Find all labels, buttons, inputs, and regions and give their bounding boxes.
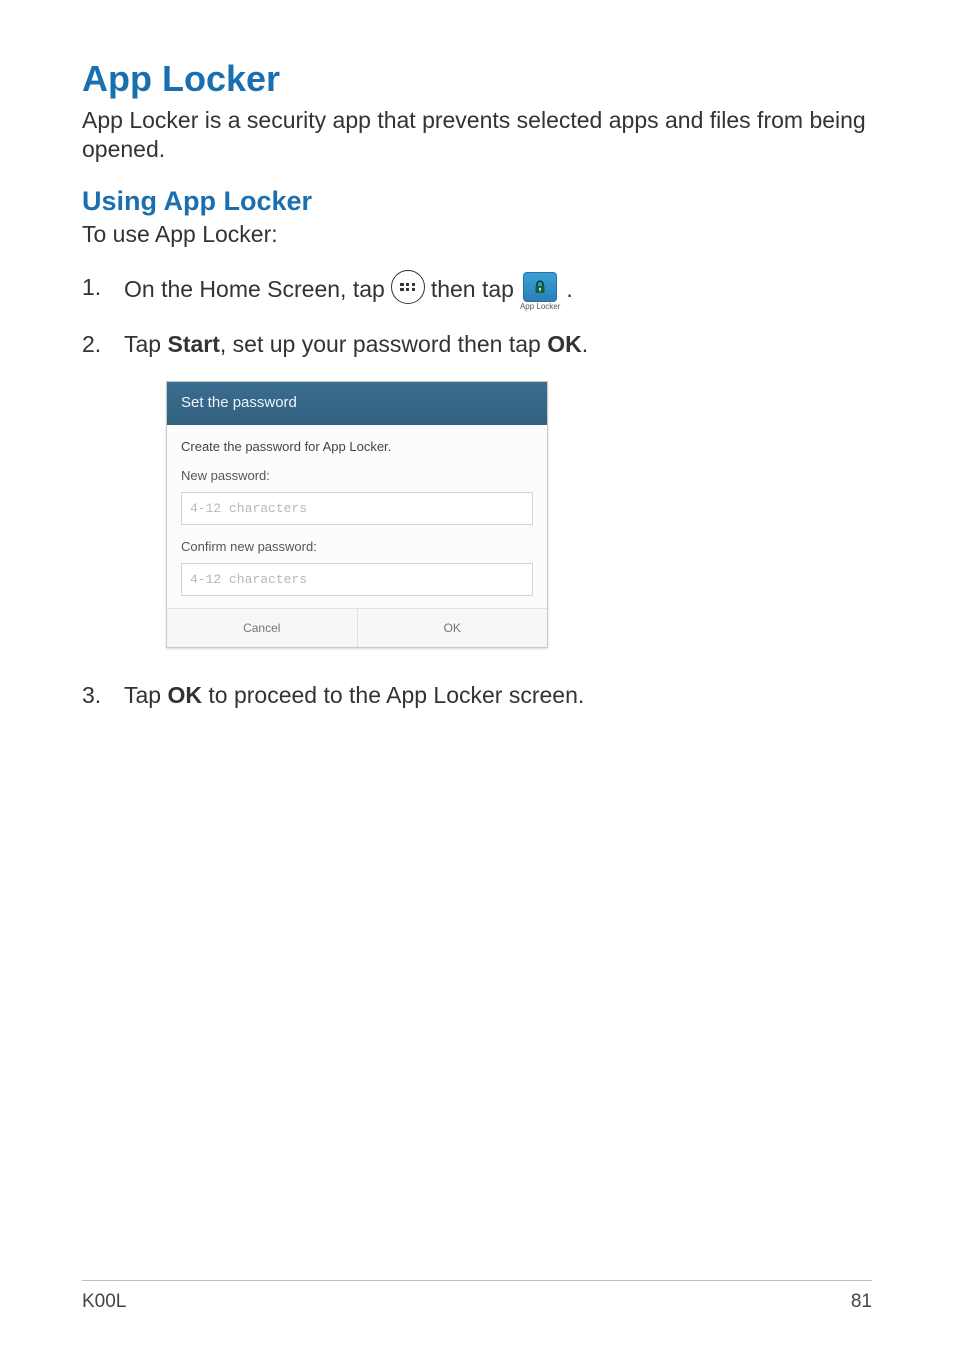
cancel-button[interactable]: Cancel xyxy=(167,609,357,647)
app-locker-icon: App Locker xyxy=(520,272,560,311)
apps-grid-icon xyxy=(391,270,425,304)
step-2-text-b: , set up your password then tap xyxy=(220,331,547,357)
step-1-text-a: On the Home Screen, tap xyxy=(124,272,385,307)
step-2-end: . xyxy=(582,331,588,357)
footer-model: K00L xyxy=(82,1291,126,1313)
app-locker-icon-label: App Locker xyxy=(520,303,560,311)
step-1-end: . xyxy=(566,272,572,307)
confirm-password-input[interactable]: 4-12 characters xyxy=(181,563,533,597)
dialog-title: Set the password xyxy=(167,382,547,425)
step-2-ok: OK xyxy=(547,331,582,357)
new-password-label: New password: xyxy=(181,466,533,486)
set-password-dialog: Set the password Create the password for… xyxy=(166,381,548,648)
new-password-input[interactable]: 4-12 characters xyxy=(181,492,533,526)
ok-button[interactable]: OK xyxy=(357,609,548,647)
lead-text: To use App Locker: xyxy=(82,221,872,248)
step-2-text-a: Tap xyxy=(124,331,167,357)
step-2-start: Start xyxy=(167,331,219,357)
confirm-password-label: Confirm new password: xyxy=(181,537,533,557)
step-2: Tap Start, set up your password then tap… xyxy=(82,327,872,649)
step-3: Tap OK to proceed to the App Locker scre… xyxy=(82,678,872,713)
step-1-text-b: then tap xyxy=(431,272,514,307)
step-3-ok: OK xyxy=(167,682,202,708)
dialog-description: Create the password for App Locker. xyxy=(181,437,533,457)
page-title: App Locker xyxy=(82,58,872,100)
step-3-text-b: to proceed to the App Locker screen. xyxy=(202,682,584,708)
step-1: On the Home Screen, tap then tap App xyxy=(82,270,872,309)
footer-page-number: 81 xyxy=(851,1291,872,1313)
section-title: Using App Locker xyxy=(82,186,872,217)
intro-text: App Locker is a security app that preven… xyxy=(82,106,872,164)
page-footer: K00L 81 xyxy=(82,1280,872,1313)
step-3-text-a: Tap xyxy=(124,682,167,708)
